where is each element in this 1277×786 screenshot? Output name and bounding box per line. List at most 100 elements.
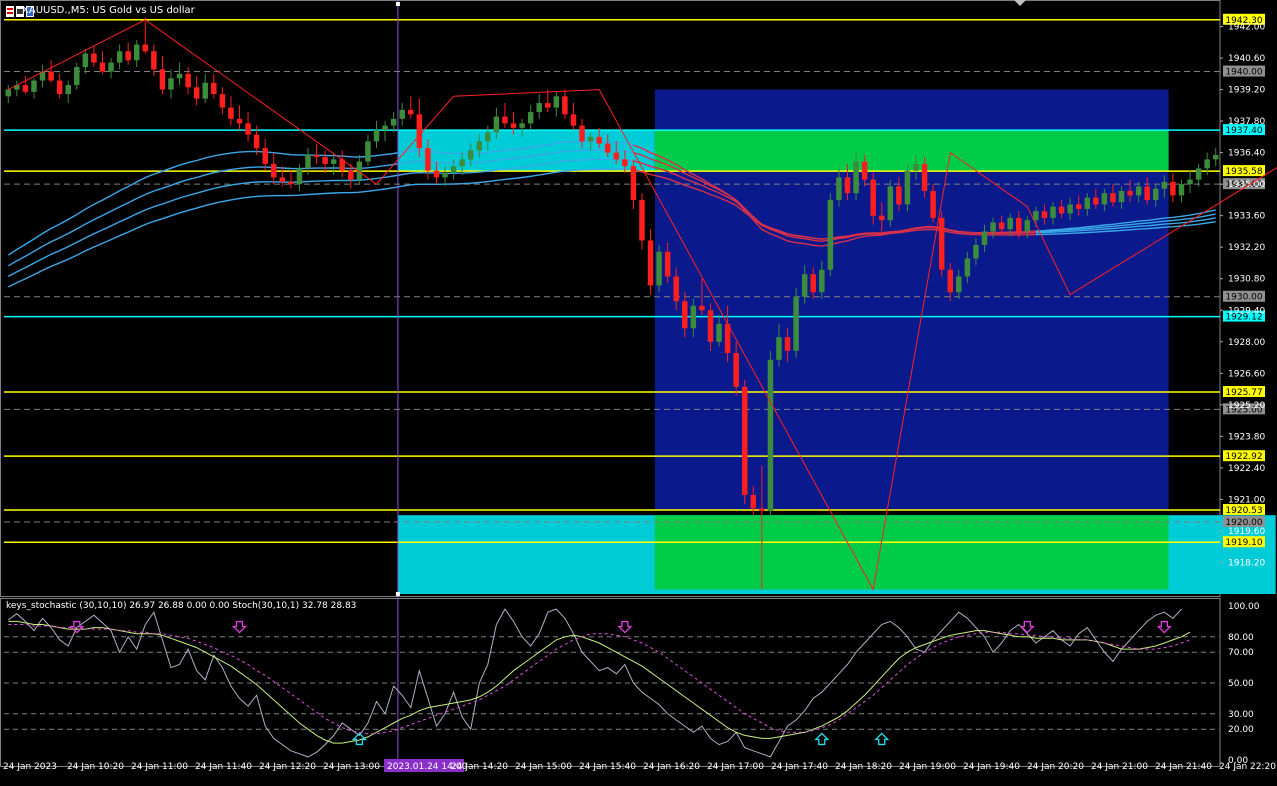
candle-body xyxy=(416,114,423,149)
moving-average-line xyxy=(7,158,634,278)
candle-body xyxy=(459,159,465,167)
y-tick-label: 1929.40 xyxy=(1228,306,1265,316)
oscillator-series-line xyxy=(8,624,1191,735)
candle-body xyxy=(938,217,945,270)
candle-body xyxy=(485,132,491,142)
candle-body xyxy=(930,190,936,218)
x-tick-label: 24 Jan 19:00 xyxy=(899,762,956,772)
candle-body xyxy=(596,136,602,144)
price-level-label: 1925.77 xyxy=(1225,388,1262,398)
y-tick-label: 1930.80 xyxy=(1228,275,1265,285)
x-tick-label: 24 Jan 15:40 xyxy=(579,762,636,772)
x-tick-label: 24 Jan 21:00 xyxy=(1091,762,1148,772)
candle-body xyxy=(1075,204,1082,209)
candle-body xyxy=(870,179,876,216)
candle-body xyxy=(536,103,542,113)
y-tick-label: 1918.20 xyxy=(1228,558,1265,568)
candle-body xyxy=(1170,181,1176,196)
price-chart[interactable]: 1942.301940.001937.401935.581935.001930.… xyxy=(0,0,1277,786)
candle-body xyxy=(108,62,114,72)
candle-body xyxy=(1110,193,1116,203)
y-tick-label: 1939.20 xyxy=(1228,86,1265,96)
candle-body xyxy=(639,199,645,241)
zone-green-upper xyxy=(654,130,1169,172)
candle-body xyxy=(1195,168,1202,180)
y-tick-label: 1940.60 xyxy=(1228,54,1265,64)
candle-body xyxy=(271,163,277,178)
oscillator-tick-label: 30.00 xyxy=(1228,710,1254,720)
candle-body xyxy=(1212,154,1219,160)
crosshair-handle xyxy=(395,2,400,6)
candle-body xyxy=(836,177,842,200)
candle-body xyxy=(142,44,149,52)
y-tick-label: 1923.80 xyxy=(1228,432,1265,442)
price-level-label: 1937.40 xyxy=(1225,126,1262,136)
candle-body xyxy=(587,136,594,142)
candle-body xyxy=(228,107,234,119)
y-tick-label: 1933.60 xyxy=(1228,212,1265,222)
candle-body xyxy=(750,494,757,509)
candle-body xyxy=(31,80,37,92)
candle-body xyxy=(288,181,294,185)
candle-body xyxy=(519,123,525,128)
candle-body xyxy=(159,69,166,90)
price-level-label: 1930.00 xyxy=(1225,293,1262,303)
x-tick-label: 24 Jan 16:20 xyxy=(643,762,700,772)
candle-body xyxy=(236,118,243,124)
y-tick-label: 1932.20 xyxy=(1228,243,1265,253)
sell-arrow-icon xyxy=(617,620,633,634)
candle-body xyxy=(133,44,140,61)
x-tick-label: 24 Jan 17:40 xyxy=(771,762,828,772)
sell-arrow-icon xyxy=(231,620,248,634)
candle-body xyxy=(176,73,183,79)
price-level-label: 1940.00 xyxy=(1225,68,1262,78)
candle-body xyxy=(313,154,320,158)
sell-arrow-icon xyxy=(1156,620,1172,634)
candle-body xyxy=(99,62,106,72)
price-level-label: 1920.53 xyxy=(1225,506,1262,516)
zone-green-lower xyxy=(654,515,1169,590)
candle-body xyxy=(579,125,585,142)
moving-average-line xyxy=(7,168,634,288)
x-tick-label: 24 Jan 12:20 xyxy=(259,762,316,772)
candle-body xyxy=(1187,179,1193,185)
candle-body xyxy=(656,251,662,286)
candle-body xyxy=(450,166,457,173)
candle-body xyxy=(990,222,996,232)
candle-body xyxy=(947,269,953,293)
y-tick-label: 1942.00 xyxy=(1228,23,1265,33)
oscillator-tick-label: 80.00 xyxy=(1228,633,1254,643)
candle-body xyxy=(913,163,919,171)
candle-body xyxy=(502,116,508,124)
y-tick-label: 1928.00 xyxy=(1228,338,1265,348)
candle-body xyxy=(973,244,979,259)
candle-body xyxy=(810,274,816,293)
candle-body xyxy=(853,161,859,194)
candle-body xyxy=(819,269,825,293)
candle-body xyxy=(65,85,71,95)
candle-body xyxy=(1153,188,1159,200)
candle-body xyxy=(467,150,474,160)
candle-body xyxy=(690,305,697,329)
x-tick-label: 24 Jan 21:40 xyxy=(1155,762,1212,772)
candle-body xyxy=(921,163,928,191)
price-level-label: 1935.58 xyxy=(1225,167,1262,177)
stochastic-title: keys_stochastic (30,10,10) 26.97 26.88 0… xyxy=(6,601,357,611)
candle-body xyxy=(904,170,911,205)
candle-body xyxy=(570,114,577,126)
y-tick-label: 1937.80 xyxy=(1228,117,1265,127)
candle-body xyxy=(442,172,448,178)
candle-body xyxy=(1178,184,1185,196)
candle-body xyxy=(1093,197,1099,205)
x-tick-label: 24 Jan 13:00 xyxy=(323,762,380,772)
candle-body xyxy=(1161,181,1168,189)
candle-body xyxy=(759,508,765,511)
x-tick-label: 24 Jan 10:20 xyxy=(67,762,124,772)
candle-body xyxy=(793,296,799,351)
y-tick-label: 1936.40 xyxy=(1228,149,1265,159)
candle-body xyxy=(879,215,885,221)
candle-body xyxy=(545,103,551,108)
candle-body xyxy=(553,96,560,108)
candle-body xyxy=(707,310,714,342)
price-level-label: 1919.10 xyxy=(1225,538,1262,548)
